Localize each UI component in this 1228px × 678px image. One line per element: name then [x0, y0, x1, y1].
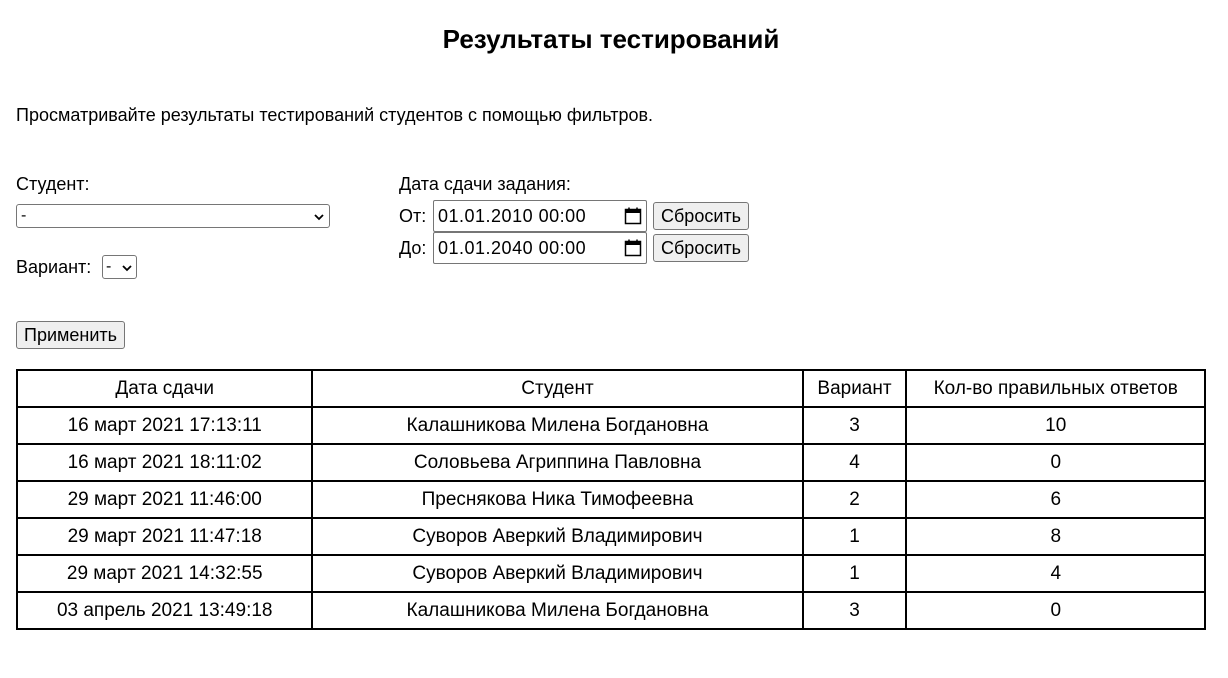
cell-date: 29 март 2021 11:46:00 — [15, 480, 314, 519]
page: Результаты тестирований Просматривайте р… — [0, 0, 1228, 678]
chevron-down-icon — [313, 210, 325, 222]
cell-student: Преснякова Ника Тимофеевна — [311, 480, 804, 519]
table-header-row: Дата сдачи Студент Вариант Кол-во правил… — [15, 369, 1206, 408]
cell-variant: 3 — [801, 406, 908, 445]
page-intro: Просматривайте результаты тестирований с… — [16, 105, 654, 125]
variant-select[interactable]: - — [102, 255, 137, 279]
date-from-label: От: — [399, 206, 427, 226]
apply-button[interactable]: Применить — [16, 321, 126, 349]
cell-student: Калашникова Милена Богдановна — [311, 406, 804, 445]
student-label: Студент: — [16, 174, 90, 194]
header-correct-answers: Кол-во правильных ответов — [905, 369, 1206, 408]
cell-date: 29 март 2021 11:47:18 — [15, 517, 314, 556]
cell-variant: 2 — [801, 480, 908, 519]
date-to-input[interactable]: 01.01.2040 00:00 — [433, 232, 647, 264]
cell-student: Калашникова Милена Богдановна — [311, 591, 804, 630]
table-row: 03 апрель 2021 13:49:18 Калашникова Миле… — [15, 591, 1206, 630]
results-table: Дата сдачи Студент Вариант Кол-во правил… — [15, 369, 1206, 630]
date-filter-label: Дата сдачи задания: — [399, 174, 571, 194]
cell-student: Соловьева Агриппина Павловна — [311, 443, 804, 482]
variant-select-value: - — [106, 258, 112, 275]
header-variant: Вариант — [801, 369, 908, 408]
cell-correct-answers: 0 — [905, 443, 1206, 482]
cell-correct-answers: 10 — [905, 406, 1206, 445]
cell-date: 16 март 2021 18:11:02 — [15, 443, 314, 482]
date-from-input[interactable]: 01.01.2010 00:00 — [433, 200, 647, 232]
date-to-value: 01.01.2040 00:00 — [438, 237, 587, 258]
cell-date: 29 март 2021 14:32:55 — [15, 554, 314, 593]
student-select-value: - — [21, 207, 27, 224]
cell-correct-answers: 8 — [905, 517, 1206, 556]
cell-variant: 4 — [801, 443, 908, 482]
chevron-down-icon — [121, 261, 133, 273]
variant-label: Вариант: — [16, 257, 92, 277]
cell-variant: 1 — [801, 517, 908, 556]
cell-student: Суворов Аверкий Владимирович — [311, 554, 804, 593]
cell-correct-answers: 6 — [905, 480, 1206, 519]
cell-variant: 1 — [801, 554, 908, 593]
header-student: Студент — [311, 369, 804, 408]
table-row: 29 март 2021 11:47:18 Суворов Аверкий Вл… — [15, 517, 1206, 556]
student-select[interactable]: - — [16, 204, 330, 228]
reset-from-button[interactable]: Сбросить — [653, 202, 750, 230]
table-row: 29 март 2021 11:46:00 Преснякова Ника Ти… — [15, 480, 1206, 519]
cell-correct-answers: 4 — [905, 554, 1206, 593]
cell-date: 16 март 2021 17:13:11 — [15, 406, 314, 445]
reset-to-button[interactable]: Сбросить — [653, 234, 750, 262]
table-row: 29 март 2021 14:32:55 Суворов Аверкий Вл… — [15, 554, 1206, 593]
cell-correct-answers: 0 — [905, 591, 1206, 630]
calendar-icon[interactable] — [624, 239, 642, 257]
page-title: Результаты тестирований — [442, 24, 780, 54]
cell-student: Суворов Аверкий Владимирович — [311, 517, 804, 556]
header-date: Дата сдачи — [15, 369, 314, 408]
date-from-value: 01.01.2010 00:00 — [438, 205, 587, 226]
date-to-label: До: — [399, 238, 427, 258]
calendar-icon[interactable] — [624, 207, 642, 225]
table-row: 16 март 2021 17:13:11 Калашникова Милена… — [15, 406, 1206, 445]
cell-date: 03 апрель 2021 13:49:18 — [15, 591, 314, 630]
table-row: 16 март 2021 18:11:02 Соловьева Агриппин… — [15, 443, 1206, 482]
cell-variant: 3 — [801, 591, 908, 630]
